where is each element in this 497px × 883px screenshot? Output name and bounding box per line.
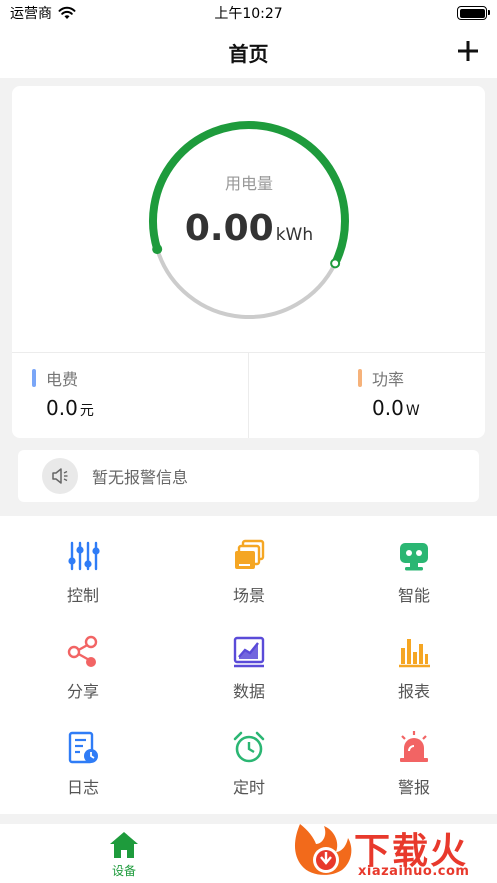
bar-chart-icon	[399, 639, 430, 668]
energy-unit: kWh	[275, 225, 314, 245]
alarm-clock-icon	[233, 731, 265, 763]
robot-icon	[400, 543, 428, 571]
layers-icon	[235, 539, 265, 569]
card-divider-vertical	[248, 352, 249, 438]
carrier-label: 运营商	[10, 6, 52, 22]
tab-devices[interactable]: 设备	[84, 830, 164, 879]
feature-label: 定时	[232, 778, 265, 797]
feature-grid: 控制 场景 智能 分享 数据 报表 日志 定时 警报	[0, 516, 497, 814]
energy-card: 用电量 0.00 kWh 电费 0.0 元 功率 0.0 W	[12, 86, 485, 438]
feature-control[interactable]: 控制	[0, 516, 166, 612]
feature-label: 警报	[397, 778, 430, 797]
nav-bar: 首页	[0, 26, 497, 78]
fee-color-bar	[32, 369, 36, 387]
alert-bar[interactable]: 暂无报警信息	[18, 450, 479, 502]
fee-label: 电费	[46, 370, 79, 389]
feature-smart[interactable]: 智能	[331, 516, 497, 612]
flame-logo-icon	[295, 824, 352, 875]
sliders-icon	[68, 541, 100, 571]
feature-share[interactable]: 分享	[0, 612, 166, 708]
share-icon	[67, 635, 98, 667]
tab-label: 设备	[111, 864, 136, 878]
feature-scene[interactable]: 场景	[166, 516, 332, 612]
feature-timer[interactable]: 定时	[166, 708, 332, 804]
feature-label: 数据	[232, 682, 265, 701]
feature-report[interactable]: 报表	[331, 612, 497, 708]
wifi-icon	[58, 6, 76, 19]
add-icon[interactable]	[455, 38, 481, 64]
power-label: 功率	[372, 370, 405, 389]
siren-icon	[400, 731, 428, 762]
feature-label: 场景	[232, 586, 265, 605]
gauge-reading: 0.00 kWh	[148, 208, 350, 249]
alert-text: 暂无报警信息	[92, 468, 189, 487]
fee-unit: 元	[79, 403, 94, 419]
gauge-label: 用电量	[224, 174, 273, 193]
power-unit: W	[405, 403, 420, 419]
feature-log[interactable]: 日志	[0, 708, 166, 804]
status-time: 上午10:27	[214, 6, 283, 22]
fee-value: 0.0	[46, 396, 78, 420]
watermark: 下载火 xiazaihuo.com	[290, 818, 497, 883]
chart-monitor-icon	[233, 636, 265, 668]
speaker-icon	[42, 458, 78, 494]
feature-label: 报表	[397, 682, 430, 701]
page-title: 首页	[228, 41, 269, 66]
battery-icon	[457, 6, 490, 20]
feature-label: 智能	[397, 586, 430, 605]
feature-label: 日志	[66, 778, 99, 797]
feature-data[interactable]: 数据	[166, 612, 332, 708]
feature-alarm[interactable]: 警报	[331, 708, 497, 804]
feature-label: 分享	[66, 682, 99, 701]
power-color-bar	[358, 369, 362, 387]
power-stat: 功率 0.0 W	[358, 366, 420, 420]
fee-stat: 电费 0.0 元	[32, 366, 94, 420]
energy-value: 0.00	[184, 208, 274, 249]
feature-label: 控制	[66, 586, 99, 605]
home-icon	[110, 832, 138, 858]
status-bar: 运营商 上午10:27	[0, 0, 497, 26]
power-value: 0.0	[372, 396, 404, 420]
log-icon	[68, 731, 98, 764]
watermark-domain: xiazaihuo.com	[358, 864, 470, 879]
